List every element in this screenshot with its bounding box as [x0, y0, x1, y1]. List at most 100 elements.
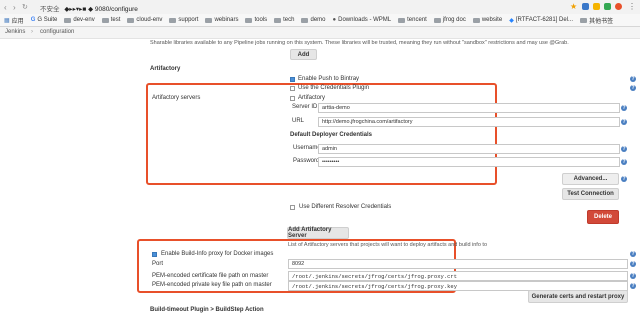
bookmark-folder[interactable]: tools — [245, 17, 267, 23]
extension-icon[interactable] — [582, 3, 589, 10]
folder-icon — [398, 17, 406, 23]
test-connection-button[interactable]: Test Connection — [562, 188, 619, 200]
enable-push-bintray-label: Enable Push to Bintray — [298, 76, 360, 82]
bookmark-folder[interactable]: support — [169, 17, 198, 23]
wpml-icon: ● — [332, 17, 337, 23]
different-resolver-row: Use Different Resolver Credentials — [290, 204, 391, 210]
cert-path-input[interactable]: /root/.jenkins/secrets/jfrog/certs/jfrog… — [288, 271, 628, 281]
help-icon[interactable]: ? — [630, 85, 636, 91]
delete-button[interactable]: Delete — [587, 210, 619, 224]
use-credentials-plugin-checkbox[interactable] — [290, 85, 295, 91]
bookmark-folder[interactable]: demo — [301, 17, 326, 23]
folder-icon — [205, 17, 213, 23]
password-label: Password — [293, 158, 320, 164]
breadcrumb-configuration[interactable]: configuration — [40, 29, 74, 35]
artifactory-servers-label: Artifactory servers — [152, 95, 201, 101]
server-id-label: Server ID — [292, 104, 318, 110]
add-artifactory-server-button[interactable]: Add Artifactory Server — [287, 227, 349, 239]
folder-icon — [245, 17, 253, 23]
bookmark-item[interactable]: ● Downloads - WPML — [333, 17, 392, 23]
folder-icon — [301, 17, 309, 23]
bookmark-folder[interactable]: website — [472, 17, 502, 23]
url-host: ◆▸▸▾▸■ ◆ — [64, 6, 94, 13]
bookmark-folder[interactable]: 其他书签 — [580, 16, 613, 25]
use-credentials-plugin-row: Use the Credentials Plugin — [290, 85, 369, 91]
different-resolver-label: Use Different Resolver Credentials — [299, 204, 392, 210]
breadcrumb: Jenkins › configuration — [0, 27, 640, 39]
url-path: 9080/configure — [94, 6, 138, 13]
extension-icon[interactable] — [593, 3, 600, 10]
enable-push-bintray-row: Enable Push to Bintray — [290, 76, 359, 82]
browser-toolbar: ‹ › ↻ 不安全 ◆▸▸▾▸■ ◆ 9080/configure ★ ⋮ — [0, 0, 640, 15]
artifactory-server-checkbox[interactable] — [290, 95, 295, 101]
bookmark-item[interactable]: GG Suite — [31, 17, 58, 23]
shared-libraries-description: Sharable libraries available to any Pipe… — [150, 40, 569, 46]
username-label: Username — [293, 145, 321, 151]
advanced-button[interactable]: Advanced... — [562, 173, 619, 185]
google-icon: G — [30, 17, 36, 23]
generate-certs-button[interactable]: Generate certs and restart proxy — [528, 290, 628, 303]
key-path-label: PEM-encoded private key file path on mas… — [152, 282, 272, 288]
folder-icon — [472, 17, 480, 23]
folder-icon — [127, 17, 135, 23]
help-icon[interactable]: ? — [630, 283, 636, 289]
folder-icon — [274, 17, 282, 23]
bookmark-item[interactable]: ◆ [RTFACT-6281] Del... — [509, 17, 573, 24]
server-id-input[interactable]: arttia-demo — [318, 103, 620, 113]
url-input[interactable]: http://demo.jfrogchina.com/artifactory — [318, 117, 620, 127]
reload-icon[interactable]: ↻ — [22, 3, 28, 11]
help-icon[interactable]: ? — [630, 261, 636, 267]
breadcrumb-separator: › — [31, 29, 33, 35]
help-icon[interactable]: ? — [621, 119, 627, 125]
bookmarks-bar: ▦ 应用 GG Suite dev-env test cloud-env supp… — [0, 14, 640, 27]
jira-icon: ◆ — [509, 17, 514, 24]
bookmark-folder[interactable]: dev-env — [64, 17, 95, 23]
help-icon[interactable]: ? — [630, 273, 636, 279]
help-icon[interactable]: ? — [630, 251, 636, 257]
breadcrumb-jenkins[interactable]: Jenkins — [5, 29, 25, 35]
folder-icon — [580, 17, 588, 23]
artifactory-server-header: Artifactory — [290, 95, 325, 101]
forward-icon[interactable]: › — [13, 3, 16, 12]
folder-icon — [64, 17, 72, 23]
bookmark-folder[interactable]: tencent — [398, 17, 427, 23]
folder-icon — [101, 17, 109, 23]
help-icon[interactable]: ? — [621, 105, 627, 111]
docker-proxy-label: Enable Build-Info proxy for Docker image… — [161, 251, 274, 257]
menu-icon[interactable]: ⋮ — [628, 2, 636, 11]
bookmark-folder[interactable]: jfrog doc — [433, 17, 466, 23]
extension-icon[interactable] — [615, 3, 622, 10]
port-label: Port — [152, 261, 164, 267]
folder-icon — [433, 17, 441, 23]
artifactory-server-label: Artifactory — [298, 95, 326, 101]
build-timeout-section-title: Build-timeout Plugin > BuildStep Action — [150, 307, 264, 313]
folder-icon — [169, 17, 177, 23]
extension-icon[interactable] — [604, 3, 611, 10]
help-icon[interactable]: ? — [630, 76, 636, 82]
enable-push-bintray-checkbox[interactable] — [290, 76, 295, 82]
docker-proxy-checkbox[interactable] — [152, 251, 157, 257]
help-icon[interactable]: ? — [621, 146, 627, 152]
advanced-button-label: Advanced... — [573, 176, 608, 182]
help-icon[interactable]: ? — [621, 159, 627, 165]
default-deployer-credentials-heading: Default Deployer Credentials — [290, 132, 373, 138]
bookmark-apps[interactable]: ▦ 应用 — [4, 16, 24, 25]
url-label: URL — [292, 118, 305, 124]
add-button[interactable]: Add — [290, 49, 317, 60]
bookmark-folder[interactable]: webinars — [205, 17, 238, 23]
help-icon[interactable]: ? — [621, 176, 627, 182]
different-resolver-checkbox[interactable] — [290, 204, 295, 210]
bookmark-folder[interactable]: tech — [274, 17, 294, 23]
artifactory-section-title: Artifactory — [150, 66, 181, 72]
star-icon[interactable]: ★ — [570, 2, 577, 11]
apps-icon: ▦ — [4, 17, 10, 24]
bookmark-folder[interactable]: test — [101, 17, 120, 23]
docker-proxy-enable-row: Enable Build-Info proxy for Docker image… — [152, 251, 273, 257]
password-input[interactable]: ••••••••• — [318, 157, 620, 167]
username-input[interactable]: admin — [318, 144, 620, 154]
port-input[interactable]: 8092 — [288, 259, 628, 269]
insecure-label: 不安全 — [40, 6, 60, 13]
address-bar[interactable]: 不安全 ◆▸▸▾▸■ ◆ 9080/configure — [40, 3, 138, 13]
back-icon[interactable]: ‹ — [4, 3, 7, 12]
bookmark-folder[interactable]: cloud-env — [127, 17, 162, 23]
